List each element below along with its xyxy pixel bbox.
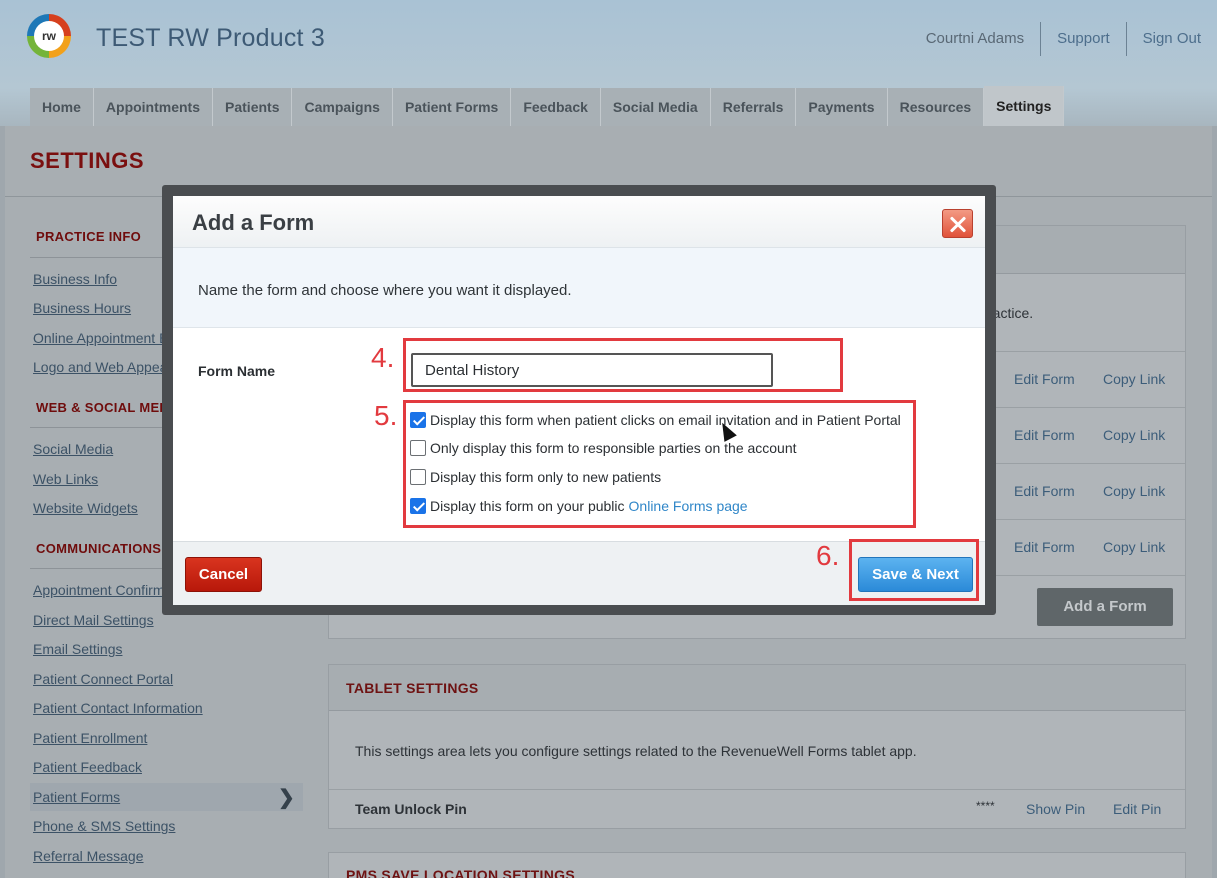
tab-patient-forms[interactable]: Patient Forms xyxy=(392,88,512,126)
top-header: rw TEST RW Product 3 Courtni Adams Suppo… xyxy=(0,0,1217,126)
edit-form-link[interactable]: Edit Form xyxy=(1014,427,1075,443)
sidebar-item-web-links[interactable]: Web Links xyxy=(33,471,98,487)
divider xyxy=(329,789,1185,790)
annotation-number: 5. xyxy=(374,400,398,431)
annotation-number: 4. xyxy=(371,342,395,373)
sidebar-heading-web-social: WEB & SOCIAL MEI xyxy=(36,400,164,415)
annotation-box-display-options xyxy=(403,400,916,528)
edit-form-link[interactable]: Edit Form xyxy=(1014,371,1075,387)
sidebar-item-patient-connect-portal[interactable]: Patient Connect Portal xyxy=(33,671,173,687)
intro-text: Name the form and choose where you want … xyxy=(198,282,572,299)
user-name: Courtni Adams xyxy=(925,30,1025,47)
edit-form-link[interactable]: Edit Form xyxy=(1014,539,1075,555)
dialog-header: Add a Form xyxy=(173,196,985,248)
tab-patients[interactable]: Patients xyxy=(213,88,293,126)
tab-referrals[interactable]: Referrals xyxy=(710,88,797,126)
panel-title: PMS SAVE LOCATION SETTINGS xyxy=(346,867,575,878)
dialog-intro: Name the form and choose where you want … xyxy=(173,248,985,328)
sidebar-item-online-appointment-booking[interactable]: Online Appointment Bo xyxy=(33,330,176,346)
sidebar-item-business-info[interactable]: Business Info xyxy=(33,271,117,287)
annotation-number: 6. xyxy=(816,540,840,571)
page-title: SETTINGS xyxy=(30,148,145,173)
edit-pin-link[interactable]: Edit Pin xyxy=(1113,801,1161,817)
annotation-box-form-name xyxy=(403,338,843,392)
panel-title: TABLET SETTINGS xyxy=(346,680,479,696)
sidebar-item-patient-forms[interactable]: Patient Forms xyxy=(33,789,120,805)
sidebar-item-email-settings[interactable]: Email Settings xyxy=(33,641,122,657)
sidebar-item-social-media[interactable]: Social Media xyxy=(33,441,113,457)
tab-payments[interactable]: Payments xyxy=(796,88,888,126)
sidebar-item-appointment-confirmation[interactable]: Appointment Confirmat xyxy=(33,582,176,598)
chevron-right-icon: ❯ xyxy=(278,787,295,809)
team-unlock-pin-label: Team Unlock Pin xyxy=(355,801,467,817)
annotation-box-save-next xyxy=(849,539,979,601)
copy-link-link[interactable]: Copy Link xyxy=(1103,371,1165,387)
pms-settings-panel: PMS SAVE LOCATION SETTINGS xyxy=(328,852,1186,878)
tab-appointments[interactable]: Appointments xyxy=(93,88,214,126)
close-icon[interactable] xyxy=(942,209,973,238)
panel-header: TABLET SETTINGS xyxy=(329,665,1185,711)
sidebar-item-business-hours[interactable]: Business Hours xyxy=(33,300,131,316)
sidebar-heading-practice-info: PRACTICE INFO xyxy=(36,229,142,244)
pin-value: **** xyxy=(976,799,995,813)
cancel-button[interactable]: Cancel xyxy=(185,557,262,592)
sidebar-item-patient-contact-information[interactable]: Patient Contact Information xyxy=(33,700,203,716)
sidebar-item-logo-web-appearance[interactable]: Logo and Web Appears xyxy=(33,359,179,375)
sidebar-item-referral-message[interactable]: Referral Message xyxy=(33,848,144,864)
tab-campaigns[interactable]: Campaigns xyxy=(292,88,393,126)
main-nav-tabs: Home Appointments Patients Campaigns Pat… xyxy=(30,86,1065,126)
copy-link-link[interactable]: Copy Link xyxy=(1103,539,1165,555)
support-link[interactable]: Support xyxy=(1040,22,1126,56)
app-title: TEST RW Product 3 xyxy=(96,24,325,52)
form-name-label: Form Name xyxy=(198,363,276,379)
tab-home[interactable]: Home xyxy=(30,88,94,126)
tablet-settings-panel: TABLET SETTINGS This settings area lets … xyxy=(328,664,1186,829)
tab-settings[interactable]: Settings xyxy=(984,86,1065,126)
add-form-button[interactable]: Add a Form xyxy=(1037,588,1173,626)
tablet-settings-description: This settings area lets you configure se… xyxy=(355,743,917,759)
copy-link-link[interactable]: Copy Link xyxy=(1103,427,1165,443)
tab-social-media[interactable]: Social Media xyxy=(600,88,711,126)
copy-link-link[interactable]: Copy Link xyxy=(1103,483,1165,499)
tab-feedback[interactable]: Feedback xyxy=(511,88,601,126)
edit-form-link[interactable]: Edit Form xyxy=(1014,483,1075,499)
sidebar-item-phone-sms-settings[interactable]: Phone & SMS Settings xyxy=(33,818,175,834)
sidebar-item-website-widgets[interactable]: Website Widgets xyxy=(33,500,138,516)
sidebar-heading-communications: COMMUNICATIONS xyxy=(36,541,162,556)
revenuewell-logo[interactable]: rw xyxy=(27,14,71,58)
dialog-title: Add a Form xyxy=(192,210,315,235)
tab-resources[interactable]: Resources xyxy=(887,88,985,126)
show-pin-link[interactable]: Show Pin xyxy=(1026,801,1085,817)
sign-out-link[interactable]: Sign Out xyxy=(1125,22,1217,56)
user-links: Courtni Adams Support Sign Out xyxy=(910,22,1217,56)
sidebar-item-direct-mail-settings[interactable]: Direct Mail Settings xyxy=(33,612,154,628)
sidebar-item-patient-enrollment[interactable]: Patient Enrollment xyxy=(33,730,147,746)
sidebar-item-patient-feedback[interactable]: Patient Feedback xyxy=(33,759,142,775)
